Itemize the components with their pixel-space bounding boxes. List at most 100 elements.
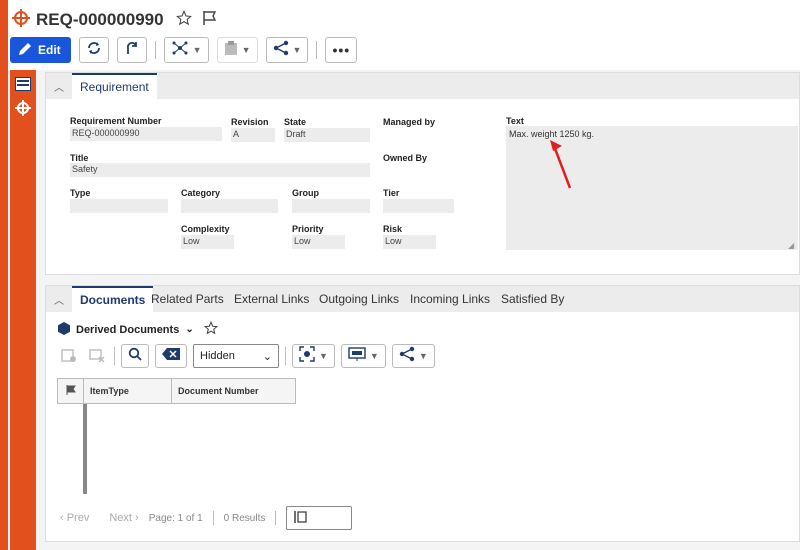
documents-toolbar: Hidden ⌄ ▼ ▼ ▼: [58, 344, 435, 368]
page-size-box[interactable]: [286, 506, 353, 530]
tab-external-links[interactable]: External Links: [234, 286, 309, 312]
edit-button[interactable]: Edit: [10, 37, 71, 63]
results-count: 0 Results: [223, 512, 266, 524]
annotation-arrow-icon: [550, 140, 572, 189]
group-value: [292, 199, 370, 213]
tab-outgoing-links[interactable]: Outgoing Links: [319, 286, 399, 312]
type-label: Type: [70, 188, 91, 198]
complexity-value: Low: [181, 235, 234, 249]
category-value: [181, 199, 278, 213]
form-view-icon[interactable]: [13, 74, 33, 94]
add-document-icon[interactable]: [58, 349, 80, 363]
hexagon-icon: [58, 321, 70, 338]
title-label: Title: [70, 153, 89, 163]
owned-by-label: Owned By: [383, 153, 428, 163]
lifecycle-icon: [124, 40, 140, 61]
target-dropdown[interactable]: ▼: [292, 344, 335, 368]
title-value: Safety: [70, 163, 370, 177]
share-icon: [273, 40, 289, 61]
left-accent-rail: [0, 0, 8, 550]
next-label: Next: [109, 512, 132, 524]
structure-icon: [171, 40, 189, 61]
edit-label: Edit: [38, 43, 61, 57]
chevron-down-icon: ▼: [319, 351, 328, 361]
tab-related-parts[interactable]: Related Parts: [151, 286, 224, 312]
derived-documents-title: Derived Documents: [76, 323, 180, 336]
chevron-down-icon: ⌄: [262, 350, 272, 363]
requirement-panel: ︿ Requirement Requirement Number REQ-000…: [45, 72, 800, 275]
state-value: Draft: [284, 128, 370, 142]
pager: ‹ Prev Next › Page: 1 of 1 0 Results: [60, 506, 353, 530]
column-document-number[interactable]: Document Number: [172, 379, 295, 403]
complexity-label: Complexity: [181, 224, 230, 234]
pager-separator: [275, 511, 277, 525]
tier-value: [383, 199, 454, 213]
relationships-panel: ︿ Documents Related Parts External Links…: [45, 285, 800, 542]
flag-column[interactable]: [58, 379, 84, 403]
prev-label: Prev: [66, 512, 90, 524]
refresh-button[interactable]: [78, 37, 109, 63]
req-number-value: REQ-000000990: [70, 127, 222, 141]
promote-button[interactable]: [116, 37, 147, 63]
share-dropdown[interactable]: ▼: [391, 344, 435, 368]
pencil-icon: [18, 42, 32, 59]
more-icon: •••: [332, 42, 351, 58]
req-number-label: Requirement Number: [70, 116, 162, 126]
page-indicator: Page: 1 of 1: [148, 512, 203, 524]
derived-documents-header: Derived Documents ⌄: [58, 320, 218, 338]
clear-search-button[interactable]: [155, 344, 187, 368]
visibility-select[interactable]: Hidden ⌄: [193, 344, 279, 368]
chevron-down-icon: ▼: [418, 351, 428, 361]
chevron-down-icon[interactable]: ⌄: [185, 324, 193, 335]
structure-dropdown[interactable]: ▼: [163, 37, 209, 63]
pager-separator: [212, 511, 214, 525]
target-icon: [299, 345, 315, 367]
column-itemtype[interactable]: ItemType: [84, 379, 172, 403]
star-icon[interactable]: [203, 320, 218, 338]
relationships-tabbar: ︿ Documents Related Parts External Links…: [46, 286, 799, 312]
tier-label: Tier: [383, 188, 400, 198]
group-label: Group: [292, 188, 319, 198]
grid-scrollbar[interactable]: [83, 404, 87, 494]
type-value: [70, 199, 168, 213]
toolbar-separator: [316, 41, 318, 59]
crosshair-icon[interactable]: [13, 98, 33, 118]
clipboard-icon: [224, 40, 238, 61]
chevron-down-icon: ▼: [292, 45, 302, 55]
toolbar-separator: [285, 347, 286, 365]
resize-handle-icon[interactable]: ◢: [788, 241, 794, 250]
more-button[interactable]: •••: [325, 37, 358, 63]
search-button[interactable]: [121, 344, 149, 368]
tab-incoming-links[interactable]: Incoming Links: [410, 286, 490, 312]
search-icon: [128, 347, 142, 366]
text-label: Text: [506, 116, 524, 126]
revision-value: A: [231, 128, 275, 142]
requirement-tabbar: ︿ Requirement: [46, 73, 799, 99]
flag-icon: [66, 385, 76, 397]
priority-label: Priority: [292, 224, 324, 234]
next-page-button[interactable]: Next ›: [109, 512, 138, 524]
flag-icon[interactable]: [202, 10, 218, 31]
tab-requirement[interactable]: Requirement: [72, 73, 157, 99]
visibility-value: Hidden: [200, 350, 235, 362]
share-icon: [399, 346, 415, 367]
title-row: REQ-000000990: [12, 8, 218, 32]
tab-satisfied-by[interactable]: Satisfied By: [501, 286, 564, 312]
collapse-icon[interactable]: ︿: [54, 79, 64, 94]
main-toolbar: Edit ▼ ▼ ▼ •••: [10, 36, 358, 64]
clear-icon: [162, 347, 180, 365]
chevron-down-icon: ▼: [369, 351, 379, 361]
tab-documents[interactable]: Documents: [72, 286, 154, 312]
risk-value: Low: [383, 235, 436, 249]
clipboard-dropdown[interactable]: ▼: [216, 37, 258, 63]
toolbar-separator: [114, 347, 115, 365]
display-dropdown[interactable]: ▼: [340, 344, 386, 368]
refresh-icon: [86, 40, 102, 61]
star-icon[interactable]: [175, 9, 192, 31]
remove-document-icon[interactable]: [86, 349, 108, 363]
share-dropdown[interactable]: ▼: [265, 37, 309, 63]
prev-page-button[interactable]: ‹ Prev: [60, 512, 89, 524]
monitor-icon: [348, 346, 366, 366]
state-label: State: [284, 117, 307, 127]
collapse-icon[interactable]: ︿: [54, 292, 64, 307]
